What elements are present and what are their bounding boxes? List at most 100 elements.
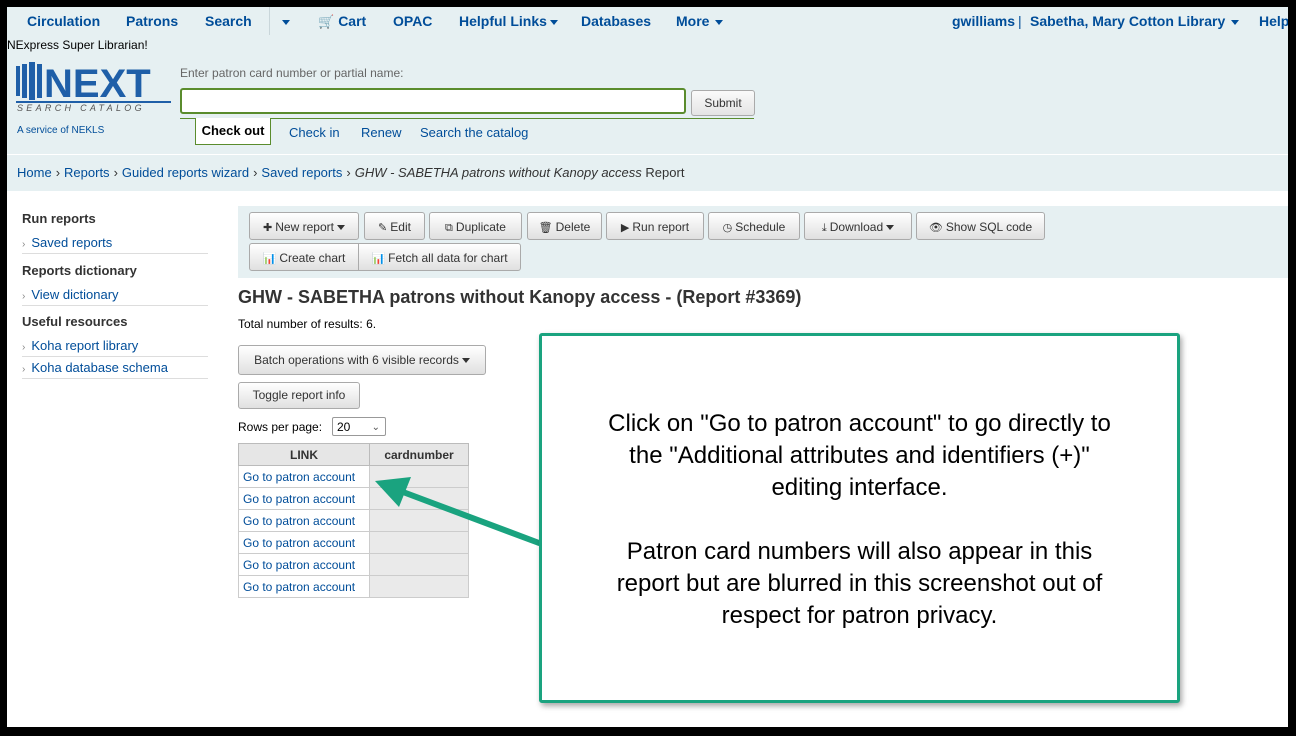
create-chart-label: Create chart [279,251,346,265]
breadcrumb: Home › Reports › Guided reports wizard › Saved… [7,155,1288,191]
sidebar-item-view-dictionary[interactable]: › View dictionary [22,287,208,306]
patron-account-link[interactable]: Go to patron account [243,470,355,484]
table-header-row: LINK cardnumber [238,443,469,466]
download-button[interactable]: ⤓ Download [804,212,912,240]
eye-icon: 👁 [928,222,943,234]
nav-cart[interactable]: 🛒 Cart [318,13,366,30]
patron-account-link[interactable]: Go to patron account [243,536,355,550]
run-report-button[interactable]: ▶ Run report [606,212,704,240]
patron-search-label: Enter patron card number or partial name… [180,66,404,80]
nav-divider [269,7,270,35]
top-navbar: Circulation Patrons Search 🛒 Cart OPAC He… [7,7,1288,36]
patron-account-link[interactable]: Go to patron account [243,514,355,528]
logged-in-branch: NExpress Super Librarian! [7,38,148,52]
nav-search-dropdown[interactable] [279,13,290,29]
nav-opac[interactable]: OPAC [393,13,432,29]
tab-check-out[interactable]: Check out [195,118,271,145]
download-label: Download [829,220,884,234]
chevron-down-icon [336,225,345,231]
edit-button[interactable]: ✎ Edit [364,212,425,240]
chevron-down-icon [1231,19,1240,25]
callout-line: Click on "Go to patron account" to go di… [608,410,1111,437]
sidebar-item-label: Koha database schema [31,360,168,375]
play-icon: ▶ [620,222,630,234]
show-sql-label: Show SQL code [945,220,1033,234]
total-results-label: Total number of results: [238,317,363,331]
chevron-down-icon [461,358,470,364]
chevron-down-icon [549,19,558,25]
nav-patrons[interactable]: Patrons [126,13,178,29]
patron-account-link[interactable]: Go to patron account [243,492,355,506]
nav-library[interactable]: Sabetha, Mary Cotton Library [1030,13,1240,29]
clock-icon: ◷ [722,222,733,234]
create-chart-button[interactable]: 📊 Create chart [249,243,359,271]
breadcrumb-separator: › [346,165,351,180]
sidebar-heading-reports-dictionary: Reports dictionary [22,263,137,278]
trash-icon: 🗑 [538,222,553,234]
breadcrumb-guided-wizard[interactable]: Guided reports wizard [122,165,249,180]
nav-user[interactable]: gwilliams [952,13,1015,29]
column-header-cardnumber[interactable]: cardnumber [369,443,469,466]
fetch-chart-data-button[interactable]: 📊 Fetch all data for chart [358,243,521,271]
table-row: Go to patron account [238,575,469,598]
tab-check-in[interactable]: Check in [289,125,340,140]
nav-help[interactable]: Help [1259,13,1288,29]
toggle-report-info-button[interactable]: Toggle report info [238,382,360,409]
edit-label: Edit [390,220,411,234]
callout-line: editing interface. [771,474,948,501]
nav-cart-label: Cart [338,13,367,29]
delete-button[interactable]: 🗑 Delete [527,212,602,240]
bar-chart-icon: 📊 [371,253,386,265]
chevron-right-icon: › [22,342,26,353]
duplicate-label: Duplicate [455,220,506,234]
breadcrumb-reports[interactable]: Reports [64,165,110,180]
schedule-button[interactable]: ◷ Schedule [708,212,800,240]
nav-library-label: Sabetha, Mary Cotton Library [1030,13,1226,29]
copy-icon: ⧉ [445,222,453,234]
callout-line: the "Additional attributes and identifie… [629,442,1090,469]
breadcrumb-separator: › [113,165,118,180]
sidebar-item-koha-report-library[interactable]: › Koha report library [22,338,208,357]
breadcrumb-home[interactable]: Home [17,165,52,180]
nav-databases[interactable]: Databases [581,13,651,29]
patron-account-link[interactable]: Go to patron account [243,558,355,572]
logo-word: NEXT [44,62,151,106]
new-report-button[interactable]: ✚ New report [249,212,359,240]
download-icon: ⤓ [821,222,827,234]
tab-renew[interactable]: Renew [361,125,401,140]
show-sql-button[interactable]: 👁 Show SQL code [916,212,1045,240]
sidebar-heading-useful-resources: Useful resources [22,314,128,329]
breadcrumb-saved-reports[interactable]: Saved reports [261,165,342,180]
blurred-cardnumber [369,575,469,598]
tab-search-catalog[interactable]: Search the catalog [420,125,528,140]
next-logo[interactable]: NEXT SEARCH CATALOG [16,60,171,120]
breadcrumb-separator: › [55,165,61,180]
nav-search[interactable]: Search [205,13,252,29]
nav-helpful-links[interactable]: Helpful Links [459,13,558,29]
sidebar-item-label: Koha report library [31,338,139,353]
sidebar-item-koha-db-schema[interactable]: › Koha database schema [22,360,208,379]
total-results: Total number of results: 6. [238,317,376,331]
sidebar-item-saved-reports[interactable]: › Saved reports [22,235,208,254]
callout-line: Patron card numbers will also appear in … [626,538,1093,565]
duplicate-button[interactable]: ⧉ Duplicate [429,212,522,240]
nav-circulation[interactable]: Circulation [27,13,100,29]
submit-button[interactable]: Submit [691,90,755,116]
callout-arrow-icon [375,477,542,546]
cart-icon: 🛒 [318,14,335,29]
patron-account-link[interactable]: Go to patron account [243,580,355,594]
total-results-value: 6. [366,317,377,331]
batch-operations-button[interactable]: Batch operations with 6 visible records [238,345,486,375]
breadcrumb-current-name: GHW - SABETHA patrons without Kanopy acc… [354,165,642,180]
rows-per-page-select[interactable]: 20 ⌄ [332,417,386,436]
rows-per-page-label: Rows per page: [238,420,323,434]
column-header-link[interactable]: LINK [238,443,370,466]
sidebar-item-label: View dictionary [31,287,119,302]
chevron-right-icon: › [22,364,26,375]
logo-subtitle: SEARCH CATALOG [17,103,145,113]
nav-more[interactable]: More [676,13,724,29]
chevron-down-icon [282,19,290,25]
header-area: NExpress Super Librarian! NEXT SEARCH CA… [7,36,1288,154]
sidebar-heading-run-reports: Run reports [22,211,96,226]
patron-search-input[interactable] [180,88,686,114]
